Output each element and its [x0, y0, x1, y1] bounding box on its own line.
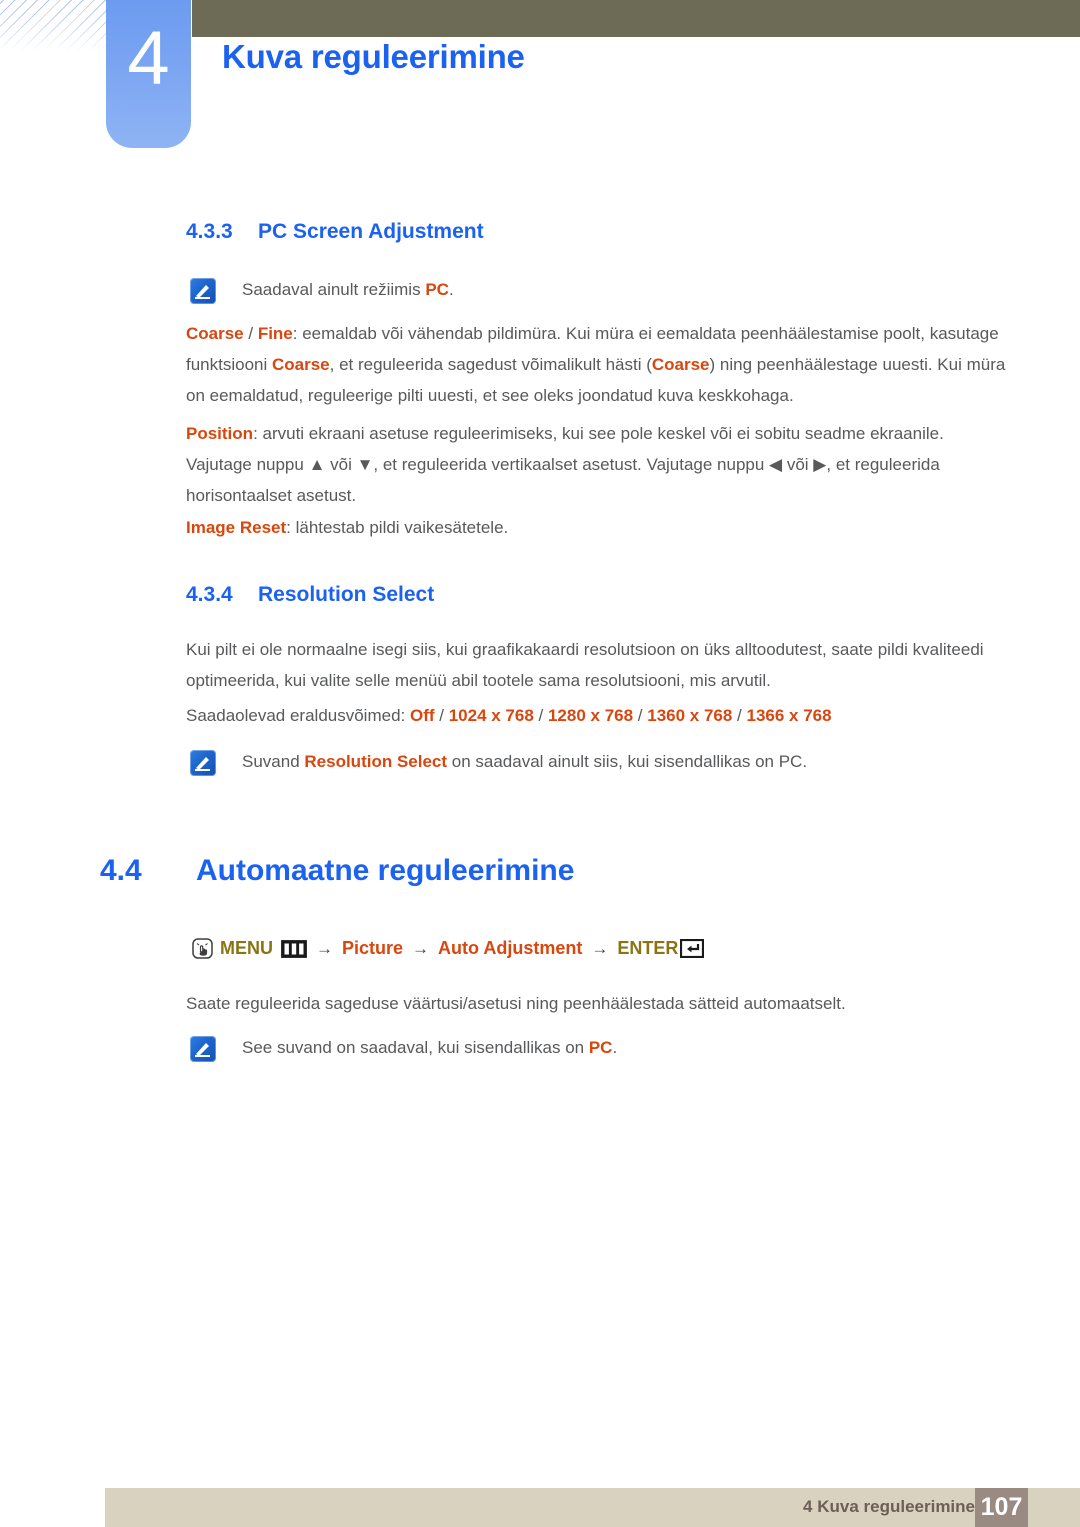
resolution-separator: /	[633, 706, 648, 725]
note-resolution-select: Suvand Resolution Select on saadaval ain…	[190, 748, 807, 776]
menu-path-navigation: MENU → Picture → Auto Adjustment → ENTER	[192, 938, 705, 959]
heading-4-4: 4.4 Automaatne reguleerimine	[100, 854, 574, 888]
heading-4-3-4: 4.3.4 Resolution Select	[186, 583, 434, 607]
note-auto-adjustment-pc: See suvand on saadaval, kui sisendallika…	[190, 1034, 617, 1062]
hand-press-icon	[192, 938, 213, 959]
resolution-option: 1366 x 768	[746, 706, 832, 725]
term-coarse: Coarse	[186, 324, 244, 343]
heading-4-3-3-title: PC Screen Adjustment	[258, 220, 484, 243]
paragraph-position: Position: arvuti ekraani asetuse regulee…	[186, 424, 944, 505]
footer-chapter-label: 4 Kuva reguleerimine	[803, 1497, 975, 1516]
resolution-option: Off	[409, 706, 435, 725]
resolution-option: 1024 x 768	[448, 706, 534, 725]
enter-label[interactable]: ENTER	[617, 938, 678, 959]
term-resolution-select: Resolution Select	[304, 752, 448, 771]
note-available-pc-mode: Saadaval ainult režiimis PC.	[190, 276, 454, 304]
resolution-separator: /	[434, 706, 449, 725]
menu-button-icon	[281, 939, 307, 958]
heading-4-3-3: 4.3.3 PC Screen Adjustment	[186, 220, 484, 244]
enter-key-icon	[680, 938, 705, 959]
highlight-pc: PC	[425, 280, 449, 299]
page-number: 107	[980, 1493, 1023, 1521]
menu-item-auto-adjustment[interactable]: Auto Adjustment	[438, 938, 582, 959]
resolution-option: 1360 x 768	[647, 706, 733, 725]
paragraph-resolution-intro: Kui pilt ei ole normaalne isegi siis, ku…	[186, 640, 984, 690]
heading-4-3-3-number: 4.3.3	[186, 220, 233, 243]
heading-4-4-title: Automaatne reguleerimine	[196, 854, 575, 887]
resolution-options-list: Off / 1024 x 768 / 1280 x 768 / 1360 x 7…	[410, 706, 832, 725]
paragraph-coarse-fine: Coarse / Fine: eemaldab või vähendab pil…	[186, 324, 1006, 405]
menu-path-arrow-1: →	[316, 938, 333, 958]
chapter-number-badge: 4	[106, 0, 191, 148]
term-fine: Fine	[257, 324, 293, 343]
heading-4-4-number: 4.4	[100, 854, 142, 887]
menu-path-arrow-2: →	[412, 938, 430, 958]
highlight-pc-2: PC	[588, 1038, 613, 1057]
paragraph-image-reset: Image Reset: lähtestab pildi vaikesätete…	[186, 518, 509, 537]
paragraph-auto-adjustment: Saate reguleerida sageduse väärtusi/aset…	[186, 994, 846, 1013]
term-coarse-3: Coarse	[651, 355, 710, 374]
resolution-option: 1280 x 768	[547, 706, 634, 725]
menu-path-arrow-3: →	[591, 938, 609, 958]
resolution-separator: /	[732, 706, 747, 725]
note-pen-icon	[190, 1036, 216, 1062]
header-olive-bar	[192, 0, 1080, 37]
term-image-reset: Image Reset	[186, 518, 287, 537]
chapter-title: Kuva reguleerimine	[222, 38, 525, 75]
resolution-separator: /	[533, 706, 548, 725]
note-pen-icon	[190, 750, 216, 776]
paragraph-resolution-options: Saadaolevad eraldusvõimed: Off / 1024 x …	[186, 706, 832, 725]
menu-item-picture[interactable]: Picture	[342, 938, 403, 959]
heading-4-3-4-title: Resolution Select	[258, 583, 435, 606]
note-resolution-select-text: Suvand Resolution Select on saadaval ain…	[242, 752, 808, 771]
term-coarse-2: Coarse	[272, 355, 330, 374]
chapter-number: 4	[127, 16, 170, 101]
term-position: Position	[186, 424, 254, 443]
note-auto-adjustment-pc-text: See suvand on saadaval, kui sisendallika…	[242, 1038, 618, 1057]
note-pen-icon	[190, 278, 216, 304]
heading-4-3-4-number: 4.3.4	[186, 583, 233, 606]
note-available-pc-mode-text: Saadaval ainult režiimis PC.	[242, 280, 454, 299]
menu-label[interactable]: MENU	[220, 938, 273, 959]
